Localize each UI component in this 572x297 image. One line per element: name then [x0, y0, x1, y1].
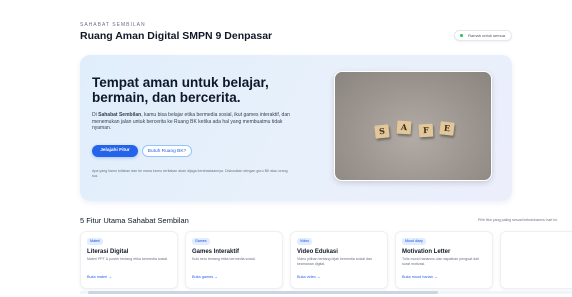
page-title: Ruang Aman Digital SMPN 9 Denpasar — [80, 30, 273, 42]
feature-card-partial[interactable] — [500, 231, 572, 289]
tile-letter: E — [439, 121, 455, 136]
status-badge: Ramah untuk semua — [454, 30, 512, 41]
card-link[interactable]: Buka mood harian → — [402, 275, 438, 279]
card-description: Kuis seru tentang etika bermedia sosial. — [192, 257, 256, 261]
need-bk-room-button[interactable]: Butuh Ruang BK? — [142, 145, 192, 157]
card-title: Literasi Digital — [87, 249, 129, 255]
hero-title: Tempat aman untuk belajar, bermain, dan … — [92, 75, 269, 105]
tile-letter: A — [396, 120, 412, 135]
tile-letter: F — [418, 123, 434, 138]
feature-cards: Materi Literasi Digital Materi PPT & pos… — [80, 231, 572, 297]
brand-name: Sahabat Sembilan — [98, 112, 142, 118]
status-badge-label: Ramah untuk semua — [468, 33, 505, 38]
card-link[interactable]: Buka materi → — [87, 275, 112, 279]
feature-card-games[interactable]: Games Games Interaktif Kuis seru tentang… — [185, 231, 283, 289]
card-link[interactable]: Buka games → — [192, 275, 218, 279]
card-description: Tulis mood harianmu dan dapatkan penguat… — [402, 257, 480, 266]
feature-card-video[interactable]: Video Video Edukasi Video pilihan tentan… — [290, 231, 388, 289]
horizontal-scrollbar-thumb[interactable] — [88, 291, 438, 294]
card-title: Motivation Letter — [402, 249, 451, 255]
feature-card-literasi[interactable]: Materi Literasi Digital Materi PPT & pos… — [80, 231, 178, 289]
features-note: Pilih fitur yang paling sesuai kebutuhan… — [478, 218, 558, 222]
card-tag: Games — [192, 238, 210, 245]
explore-features-button[interactable]: Jelajahi Fitur — [92, 145, 138, 157]
card-tag: Mood diary — [402, 238, 426, 245]
hero-note: Apa yang kamu tuliskan dan ke mana kamu … — [92, 169, 288, 178]
card-title: Games Interaktif — [192, 249, 240, 255]
card-tag: Video — [297, 238, 313, 245]
safe-tiles-image: S A F E — [334, 71, 492, 181]
feature-card-motivation[interactable]: Mood diary Motivation Letter Tulis mood … — [395, 231, 493, 289]
features-title: 5 Fitur Utama Sahabat Sembilan — [80, 216, 189, 225]
hero-section: Tempat aman untuk belajar, bermain, dan … — [80, 55, 512, 201]
card-description: Materi PPT & poster tentang etika bermed… — [87, 257, 169, 261]
card-title: Video Edukasi — [297, 249, 338, 255]
card-tag: Materi — [87, 238, 103, 245]
hero-description: Di Sahabat Sembilan, kamu bisa belajar e… — [92, 112, 290, 132]
card-description: Video pilihan tentang bijak bermedia sos… — [297, 257, 373, 266]
status-dot-icon — [460, 34, 464, 37]
brand-tag: SAHABAT SEMBILAN — [80, 22, 146, 28]
tile-letter: S — [374, 124, 390, 139]
page-header: SAHABAT SEMBILAN Ruang Aman Digital SMPN… — [80, 22, 512, 48]
card-link[interactable]: Buka video → — [297, 275, 321, 279]
